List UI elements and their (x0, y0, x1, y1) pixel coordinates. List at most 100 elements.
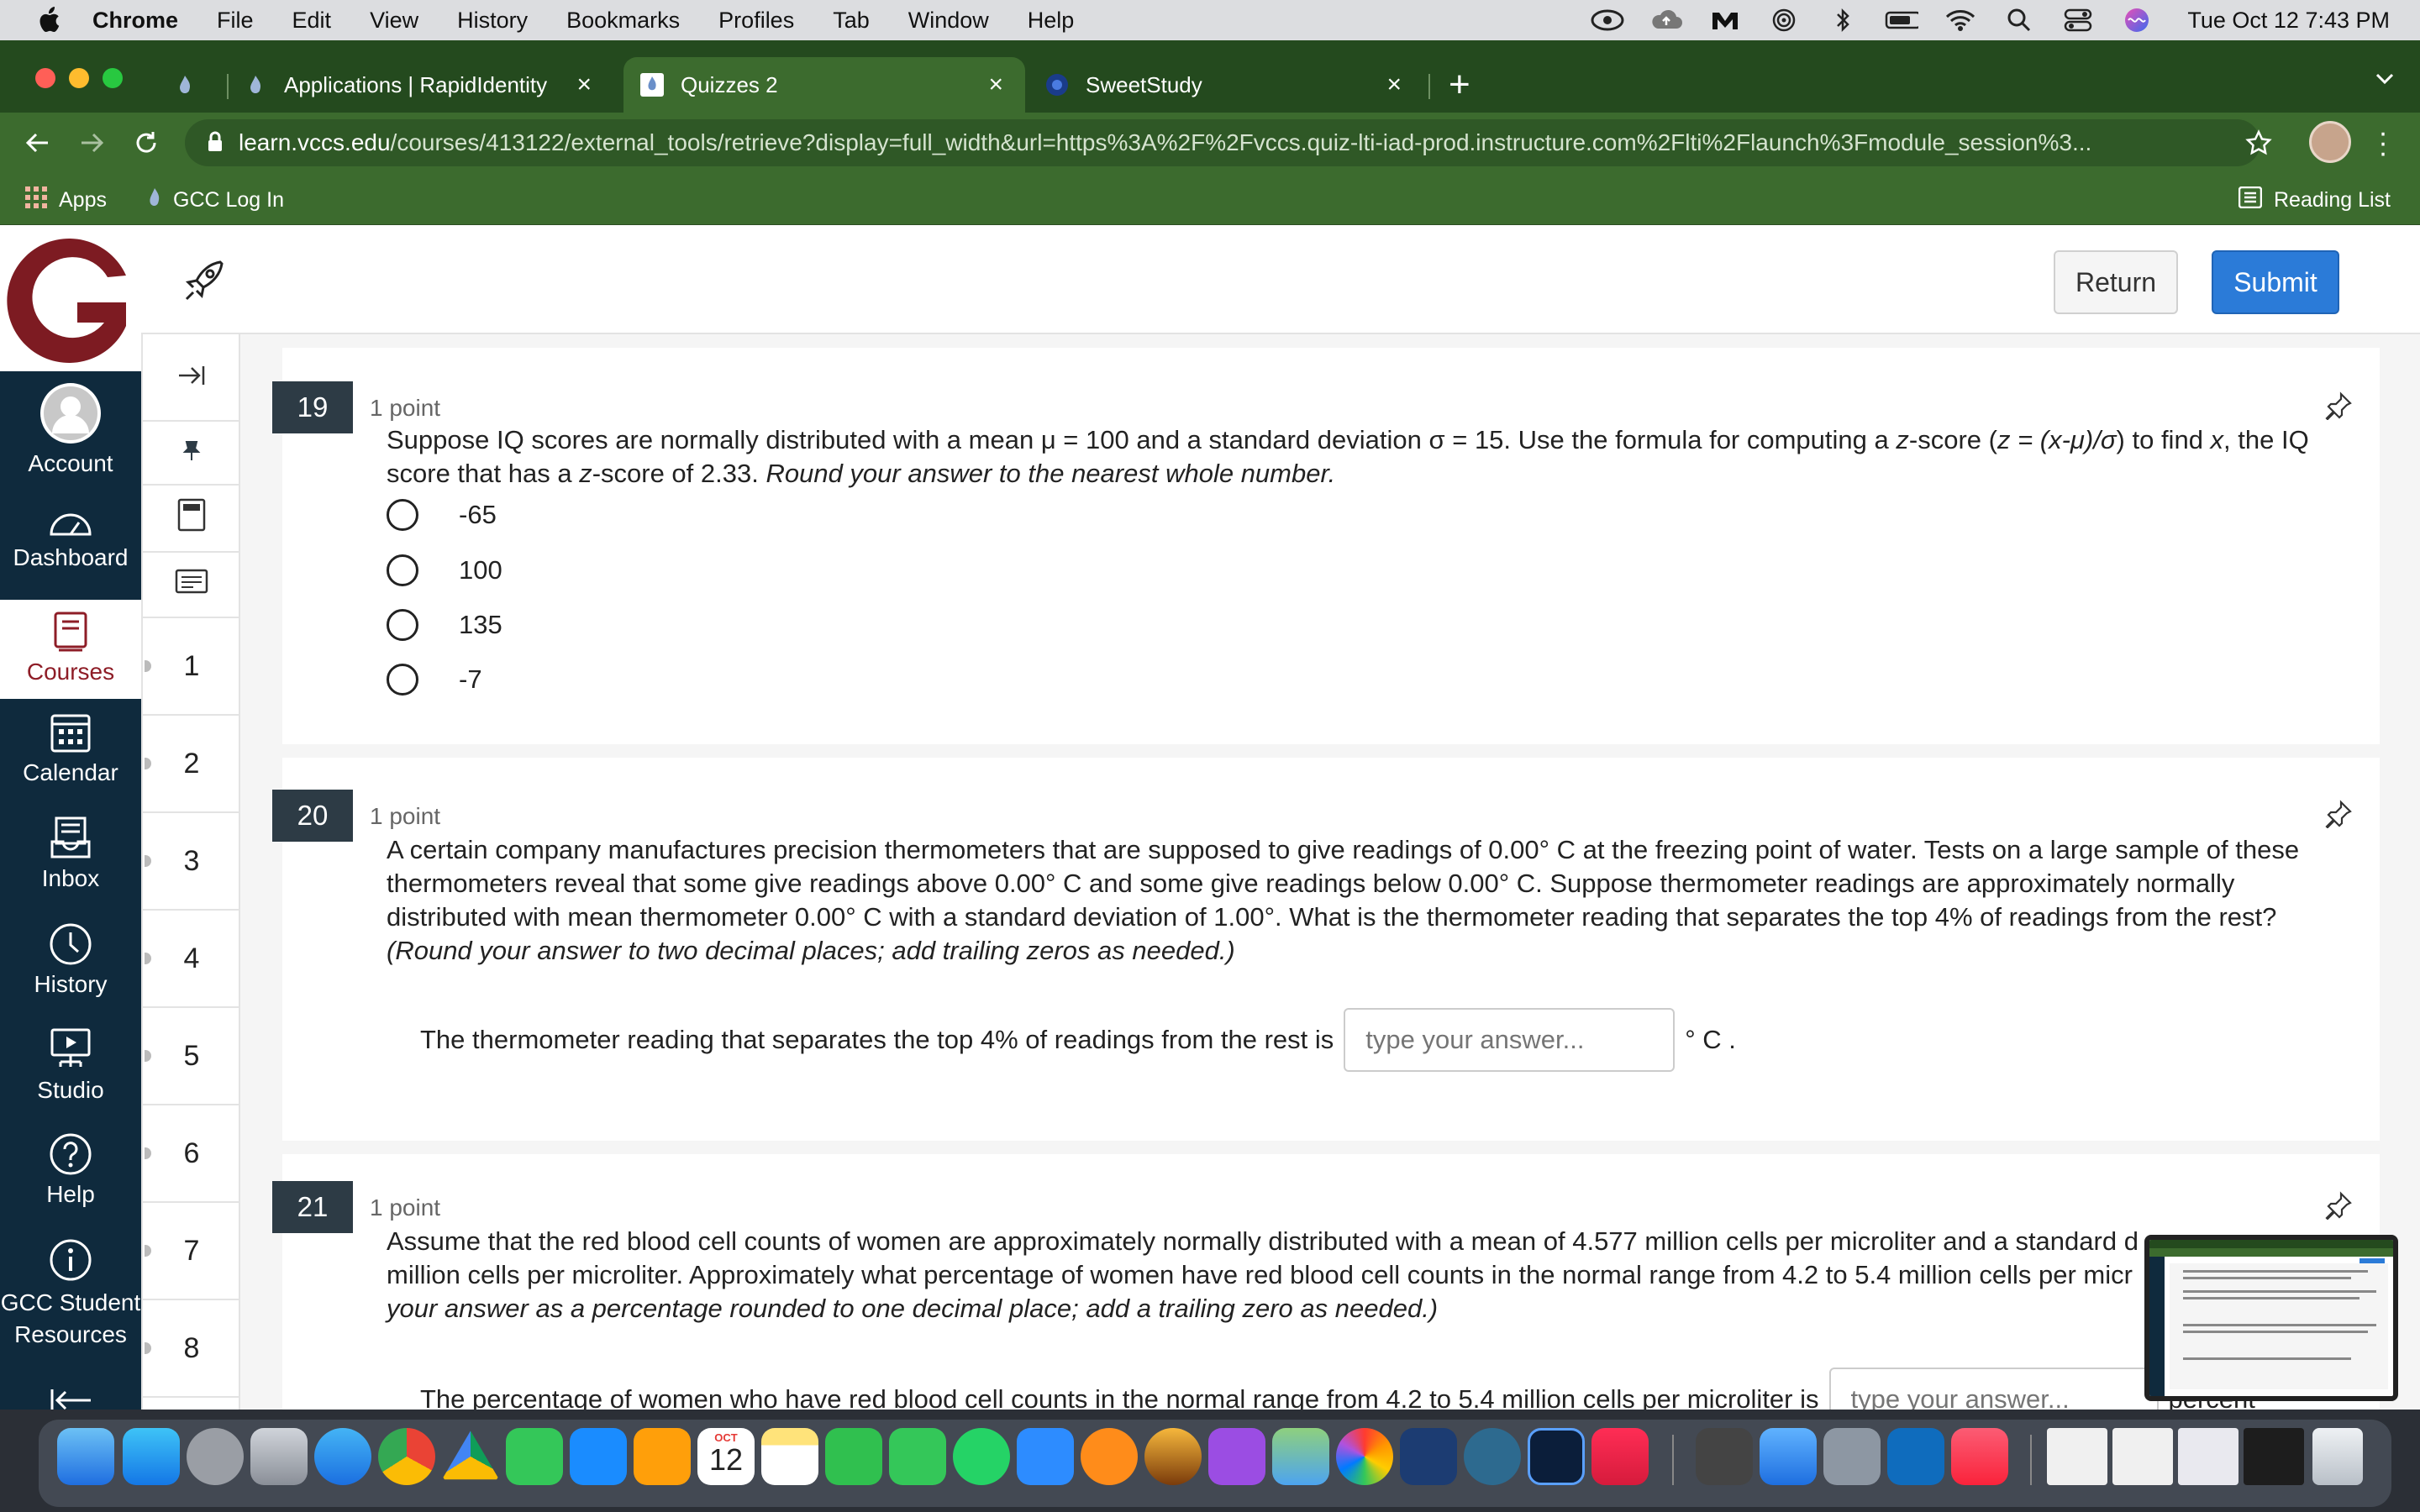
nav-gcc-student-resources[interactable]: GCC Student Resources (0, 1238, 141, 1351)
facetime-icon[interactable] (825, 1428, 882, 1485)
bookmark-gcc-login[interactable]: GCC Log In (148, 186, 284, 214)
recent-window-thumbnail[interactable] (2178, 1428, 2238, 1485)
question-nav-item[interactable]: 2 (143, 716, 240, 813)
mail-icon[interactable] (1760, 1428, 1817, 1485)
tab-close-icon[interactable]: × (576, 71, 592, 99)
question-nav-item[interactable]: 4 (143, 911, 240, 1008)
return-button[interactable]: Return (2054, 250, 2178, 314)
siri-icon[interactable] (2120, 8, 2154, 33)
notes-button[interactable] (143, 553, 240, 618)
menu-help[interactable]: Help (1028, 8, 1075, 34)
bluetooth-icon[interactable] (1826, 8, 1860, 33)
creative-cloud-icon[interactable] (1591, 8, 1624, 33)
lightroom-icon[interactable] (1528, 1428, 1585, 1485)
apple-icon[interactable] (34, 6, 62, 34)
safari-icon[interactable] (314, 1428, 371, 1485)
pages-icon[interactable] (634, 1428, 691, 1485)
whatsapp-icon[interactable] (953, 1428, 1010, 1485)
screen-sharing-icon[interactable] (1823, 1428, 1881, 1485)
menu-bookmarks[interactable]: Bookmarks (566, 8, 680, 34)
bookmark-apps[interactable]: Apps (25, 186, 107, 214)
bookmark-star-icon[interactable] (2245, 129, 2272, 160)
question-nav-item[interactable]: 6 (143, 1105, 240, 1203)
question-nav-item[interactable]: 5 (143, 1008, 240, 1105)
lock-icon[interactable] (207, 131, 224, 159)
battery-icon[interactable] (1885, 8, 1919, 33)
back-arrow-icon[interactable] (22, 128, 52, 158)
photos-icon[interactable] (1336, 1428, 1393, 1485)
answer-option[interactable]: -7 (387, 664, 482, 696)
answer-option[interactable]: -65 (387, 499, 497, 531)
creative-cloud-app-icon[interactable] (1591, 1428, 1649, 1485)
chrome-menu-icon[interactable]: · · · (2375, 118, 2391, 167)
podcasts-icon[interactable] (1208, 1428, 1265, 1485)
question-nav-item[interactable]: 8 (143, 1300, 240, 1398)
window-close-button[interactable] (35, 68, 55, 88)
recent-window-thumbnail[interactable] (2112, 1428, 2173, 1485)
radio-button[interactable] (387, 499, 418, 531)
messages-icon[interactable] (889, 1428, 946, 1485)
answer-option[interactable]: 135 (387, 609, 502, 641)
tab-sweetstudy[interactable]: SweetStudy × (1045, 57, 1423, 113)
pinned-questions-button[interactable] (143, 422, 240, 486)
menu-edit[interactable]: Edit (292, 8, 332, 34)
question-nav-item[interactable]: 3 (143, 813, 240, 911)
submit-button[interactable]: Submit (2212, 250, 2339, 314)
tab-quizzes-active[interactable]: Quizzes 2 × (623, 57, 1025, 113)
malwarebytes-icon[interactable] (1708, 8, 1742, 33)
reload-icon[interactable] (131, 128, 161, 158)
profile-avatar[interactable] (2309, 121, 2351, 163)
window-minimize-button[interactable] (69, 68, 89, 88)
control-center-icon[interactable] (2061, 8, 2095, 33)
spotlight-search-icon[interactable] (2002, 8, 2036, 33)
tab-search-chevron-icon[interactable] (2375, 72, 2395, 90)
menu-profiles[interactable]: Profiles (718, 8, 794, 34)
tab-close-icon[interactable]: × (988, 71, 1003, 99)
address-bar[interactable]: learn.vccs.edu/courses/413122/external_t… (185, 119, 2260, 166)
answer-option[interactable]: 100 (387, 554, 502, 586)
globe-app-icon[interactable] (1144, 1428, 1202, 1485)
nav-calendar[interactable]: Calendar (0, 711, 141, 786)
nav-help[interactable]: Help (0, 1132, 141, 1208)
wifi-icon[interactable] (1944, 8, 1977, 33)
pinned-tab[interactable] (173, 57, 224, 113)
pin-question-icon[interactable] (2324, 800, 2353, 832)
tab-close-icon[interactable]: × (1386, 71, 1402, 99)
calendar-app-icon[interactable]: OCT 12 (697, 1428, 755, 1485)
menu-view[interactable]: View (370, 8, 418, 34)
menu-window[interactable]: Window (908, 8, 989, 34)
pin-question-icon[interactable] (2324, 1191, 2353, 1224)
forward-arrow-icon[interactable] (77, 128, 108, 158)
window-zoom-button[interactable] (103, 68, 123, 88)
answer-input[interactable] (1828, 1368, 2159, 1410)
music-icon[interactable] (1951, 1428, 2008, 1485)
recent-window-thumbnail[interactable] (2047, 1428, 2107, 1485)
nav-account[interactable]: Account (0, 381, 141, 477)
nav-studio[interactable]: Studio (0, 1028, 141, 1104)
launchpad-icon[interactable] (250, 1428, 308, 1485)
menu-app-name[interactable]: Chrome (92, 8, 178, 34)
tab-rapididentity[interactable]: Applications | RapidIdentity × (244, 57, 613, 113)
menu-tab[interactable]: Tab (833, 8, 870, 34)
new-tab-button[interactable]: + (1449, 64, 1470, 106)
gcc-logo[interactable] (0, 225, 141, 371)
outlook-icon[interactable] (1887, 1428, 1944, 1485)
cloud-upload-icon[interactable] (1649, 8, 1683, 33)
snowflake-app-icon[interactable] (1081, 1428, 1138, 1485)
menu-file[interactable]: File (217, 8, 254, 34)
finder-icon[interactable] (57, 1428, 114, 1485)
layers-app-icon[interactable] (1400, 1428, 1457, 1485)
screenshot-thumbnail-preview[interactable] (2144, 1235, 2398, 1401)
app-store-icon[interactable] (123, 1428, 180, 1485)
radio-button[interactable] (387, 554, 418, 586)
maps-icon[interactable] (1272, 1428, 1329, 1485)
chrome-icon[interactable] (378, 1428, 435, 1485)
utility-app-icon[interactable] (1696, 1428, 1753, 1485)
question-nav-item[interactable]: 7 (143, 1203, 240, 1300)
calculator-button[interactable] (143, 486, 240, 553)
trash-icon[interactable] (2312, 1428, 2363, 1485)
airdrop-icon[interactable] (1767, 8, 1801, 33)
menubar-clock[interactable]: Tue Oct 12 7:43 PM (2187, 8, 2390, 34)
pin-question-icon[interactable] (2324, 391, 2353, 424)
menu-history[interactable]: History (457, 8, 528, 34)
